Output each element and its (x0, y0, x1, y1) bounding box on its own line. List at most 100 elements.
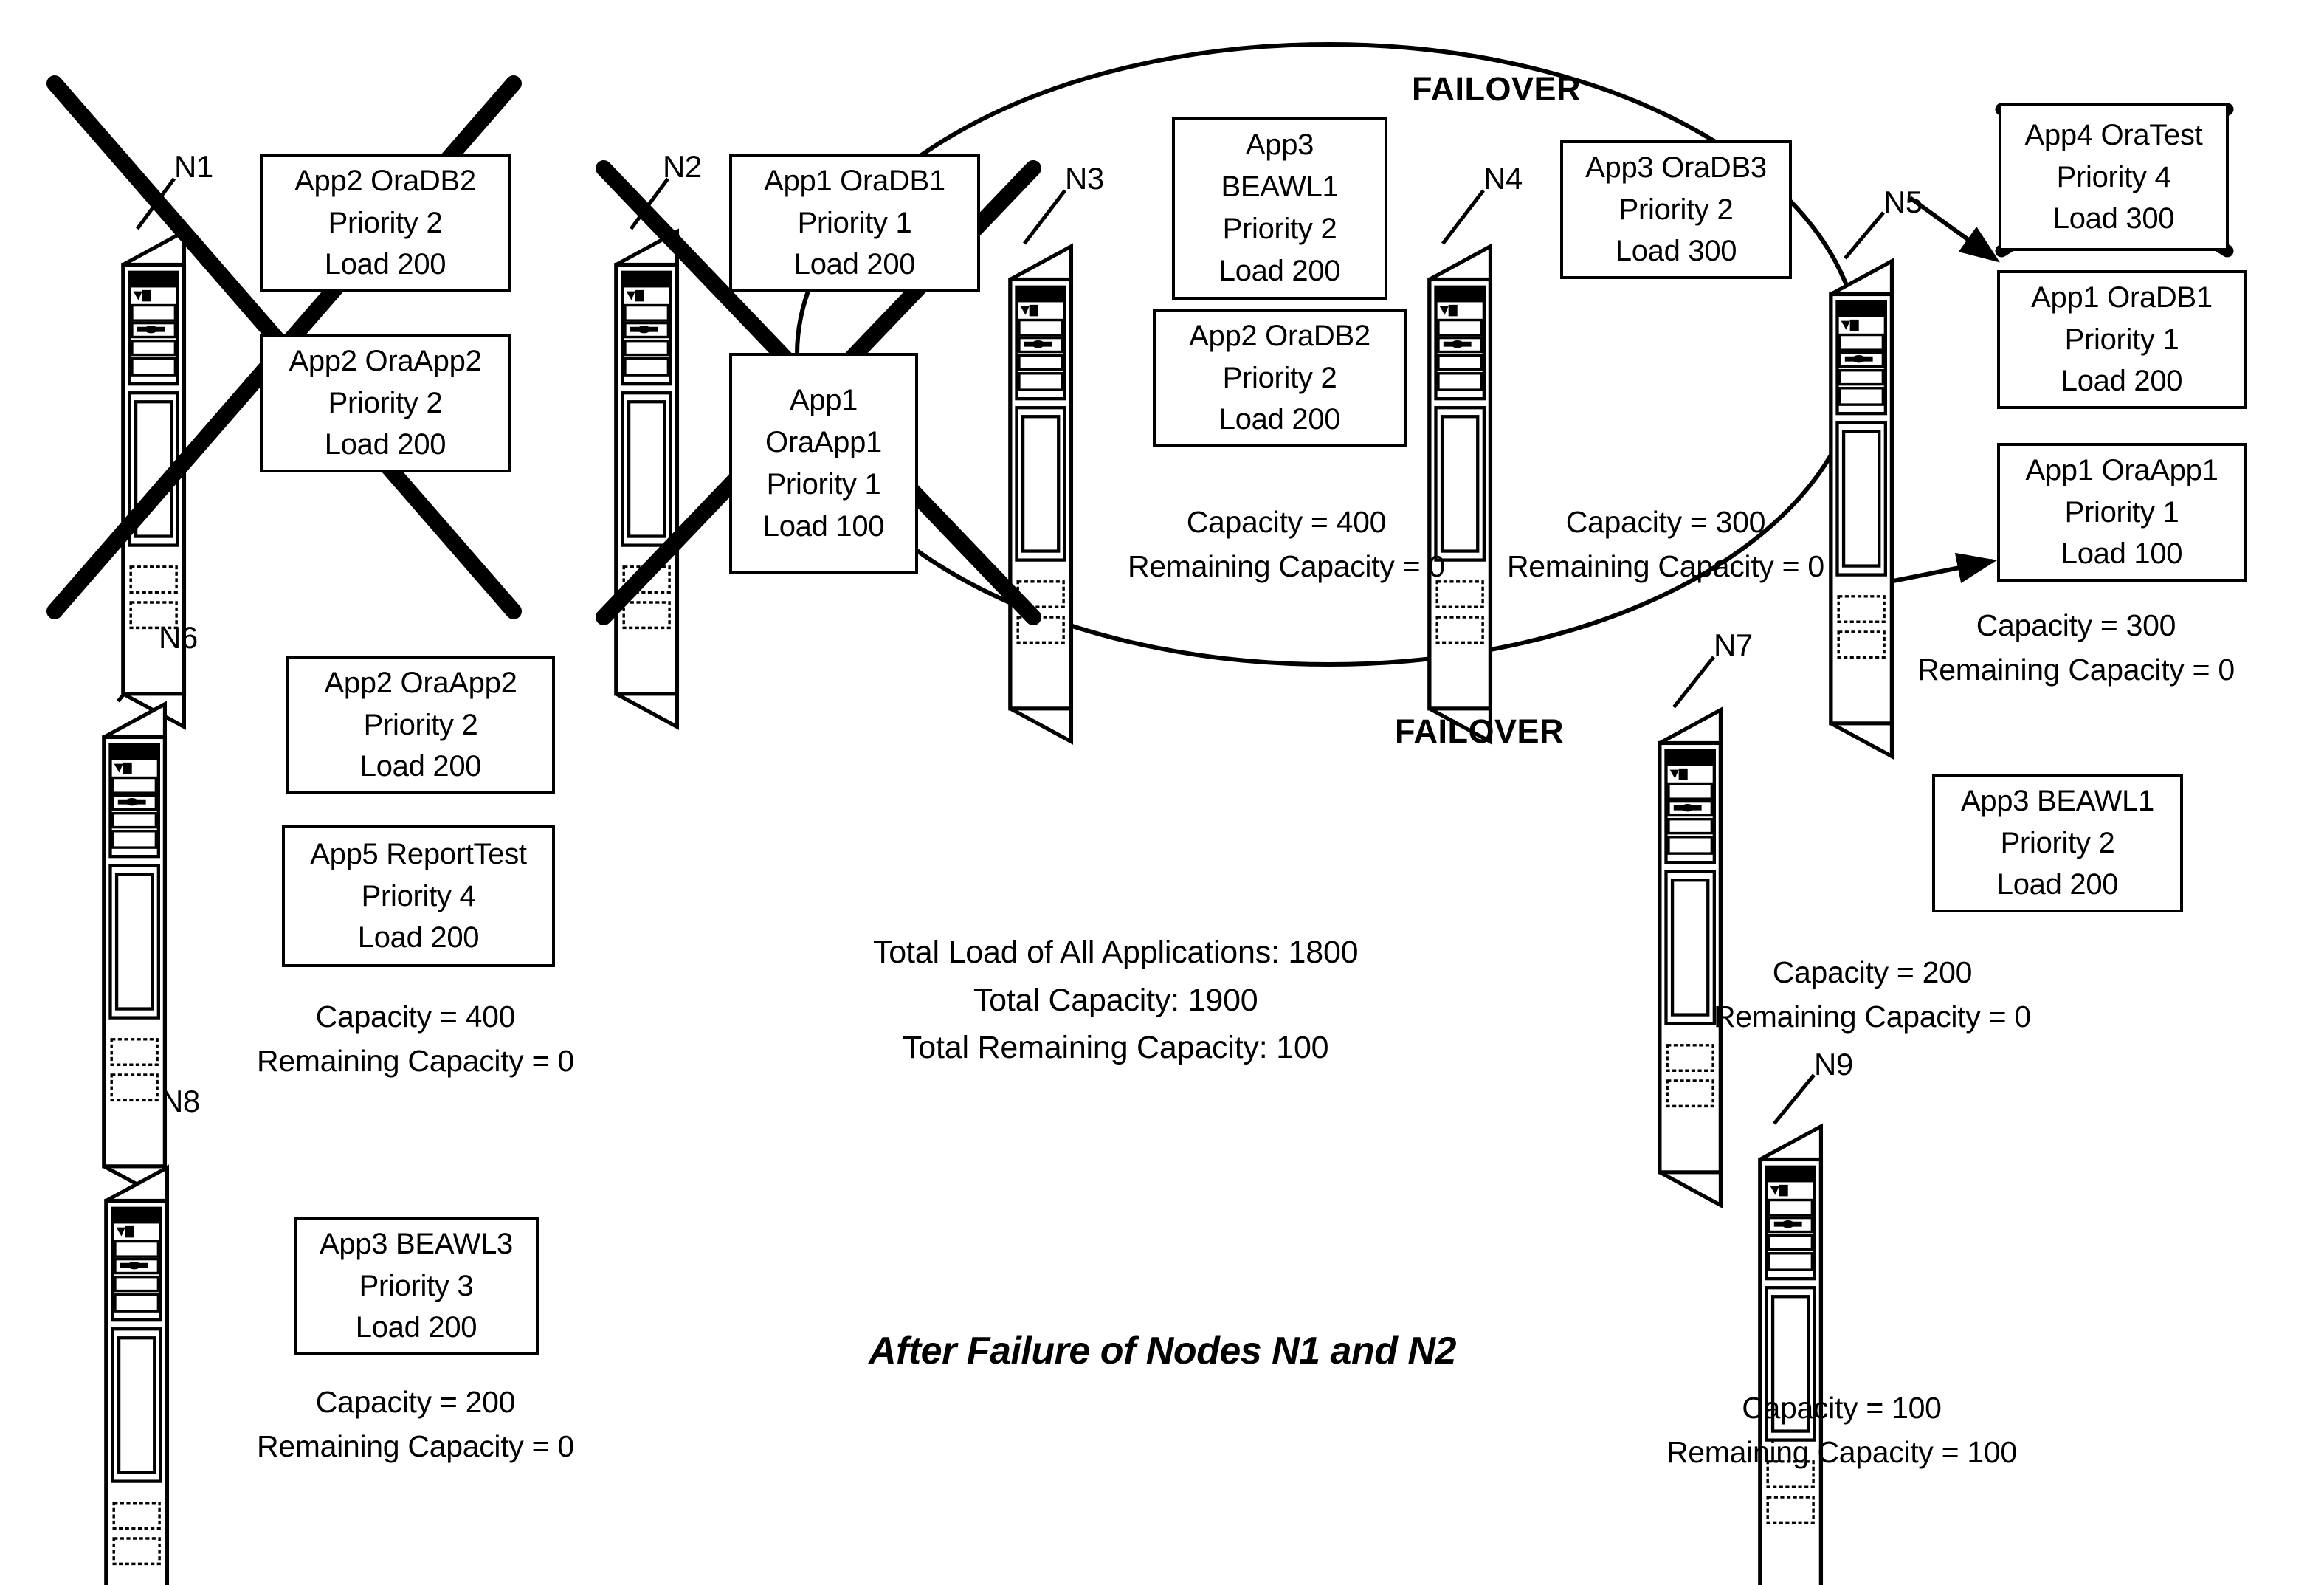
n5-leader-line (1844, 211, 1885, 260)
server-icon-n8 (106, 1168, 168, 1585)
remaining-capacity-value-n5: Remaining Capacity = 0 (1917, 652, 2235, 687)
app-priority: Priority 2 (1222, 361, 1337, 394)
app-box-n1-app2-oraapp2[interactable]: App2 OraApp2 Priority 2 Load 200 (260, 334, 511, 472)
capacity-value-n9: Capacity = 100 (1742, 1391, 1942, 1425)
app-name: App3 OraDB3 (1585, 151, 1767, 184)
app-box-n8-app3-beawl3[interactable]: App3 BEAWL3 Priority 3 Load 200 (294, 1217, 539, 1355)
app-priority: Priority 1 (2064, 495, 2179, 529)
node-label-n9: N9 (1814, 1047, 1853, 1082)
app-priority: Priority 2 (1618, 193, 1734, 226)
app-name: App1 OraApp1 (2025, 453, 2218, 486)
capacity-value-n5: Capacity = 300 (1976, 608, 2176, 642)
server-icon-n3 (1010, 247, 1072, 742)
app-name: App1 OraDB1 (764, 164, 945, 197)
app-name: App2 OraApp2 (289, 344, 482, 377)
remaining-capacity-value-n6: Remaining Capacity = 0 (257, 1043, 574, 1078)
total-capacity-line: Total Capacity: 1900 (973, 982, 1258, 1018)
app-box-n2-app1-oraapp1[interactable]: App1 OraApp1 Priority 1 Load 100 (729, 353, 918, 574)
app-box-n6-app2-oraapp2[interactable]: App2 OraApp2 Priority 2 Load 200 (286, 656, 555, 794)
app-name-line1: App1 (789, 384, 858, 417)
app-priority: Priority 3 (359, 1269, 474, 1302)
app-priority: Priority 2 (328, 206, 443, 239)
failover-arrow-to-oraapp1 (1874, 552, 1997, 587)
remaining-capacity-value-n8: Remaining Capacity = 0 (257, 1428, 574, 1463)
failover-label-bottom: FAILOVER (1395, 712, 1565, 750)
failover-arrow-to-oradb1 (1908, 196, 2000, 263)
app-load: Load 200 (1218, 403, 1341, 436)
n2-leader-line (629, 177, 670, 230)
n1-leader-line (135, 177, 176, 230)
app-box-n7-app3-beawl1[interactable]: App3 BEAWL1 Priority 2 Load 200 (1932, 774, 2183, 912)
capacity-text-n6: Capacity = 400 Remaining Capacity = 0 (257, 995, 574, 1084)
failover-label-top: FAILOVER (1412, 70, 1582, 108)
server-icon-n9 (1760, 1127, 1821, 1585)
app-box-n6-app5-reporttest[interactable]: App5 ReportTest Priority 4 Load 200 (282, 825, 555, 967)
server-icon-n5 (1831, 261, 1892, 757)
node-label-n4: N4 (1483, 161, 1523, 196)
app-load: Load 300 (1615, 235, 1737, 268)
total-load-line: Total Load of All Applications: 1800 (873, 935, 1359, 970)
n8-leader-line (119, 1112, 162, 1166)
app-load: Load 200 (324, 248, 446, 281)
app-box-n3-app3-beawl1[interactable]: App3 BEAWL1 Priority 2 Load 200 (1172, 117, 1387, 300)
server-icon-n7 (1660, 710, 1721, 1206)
node-label-n1: N1 (174, 149, 213, 184)
server-icon-n2 (616, 232, 677, 727)
capacity-text-n3: Capacity = 400 Remaining Capacity = 0 (1128, 501, 1445, 589)
app-load: Load 200 (355, 1311, 477, 1344)
app-name: App5 ReportTest (310, 837, 527, 870)
total-remaining-capacity-line: Total Remaining Capacity: 100 (902, 1030, 1329, 1065)
app-box-n5-app1-oraapp1[interactable]: App1 OraApp1 Priority 1 Load 100 (1997, 443, 2247, 582)
app-name: App1 OraDB1 (2031, 281, 2213, 314)
app-priority: Priority 4 (2056, 160, 2171, 193)
capacity-value-n4: Capacity = 300 (1565, 505, 1766, 539)
failover-diagram-canvas: N1 N2 N3 N4 N5 N6 N7 N8 N9 FAILOVER FAIL… (0, 0, 2324, 1585)
app-box-n3-app2-oradb2[interactable]: App2 OraDB2 Priority 2 Load 200 (1153, 309, 1407, 447)
remaining-capacity-value-n3: Remaining Capacity = 0 (1128, 549, 1445, 583)
app-box-n4-app3-oradb3[interactable]: App3 OraDB3 Priority 2 Load 300 (1560, 140, 1792, 279)
diagram-caption: After Failure of Nodes N1 and N2 (869, 1330, 1456, 1372)
app-priority: Priority 1 (766, 468, 881, 501)
n7-leader-line (1672, 656, 1715, 709)
capacity-text-n7: Capacity = 200 Remaining Capacity = 0 (1714, 951, 2031, 1039)
n4-leader-line (1441, 189, 1485, 245)
capacity-value-n3: Capacity = 400 (1186, 505, 1387, 539)
capacity-text-n9: Capacity = 100 Remaining Capacity = 100 (1666, 1386, 2017, 1475)
app-name: App3 BEAWL3 (319, 1227, 514, 1260)
app-load: Load 300 (2052, 202, 2175, 235)
app-load: Load 200 (793, 248, 916, 281)
node-label-n6: N6 (159, 620, 198, 655)
node-label-n2: N2 (663, 149, 702, 184)
node-label-n7: N7 (1714, 628, 1753, 662)
node-label-n8: N8 (161, 1084, 200, 1118)
app-box-n1-app2-oradb2[interactable]: App2 OraDB2 Priority 2 Load 200 (260, 154, 511, 292)
app-name: App2 OraDB2 (294, 164, 476, 197)
capacity-value-n7: Capacity = 200 (1772, 955, 1973, 989)
capacity-text-n4: Capacity = 300 Remaining Capacity = 0 (1507, 501, 1824, 589)
node-label-n3: N3 (1065, 161, 1104, 196)
server-icon-n4 (1430, 247, 1491, 742)
app-name: App2 OraDB2 (1189, 319, 1370, 352)
app-box-n2-app1-oradb1[interactable]: App1 OraDB1 Priority 1 Load 200 (729, 154, 980, 292)
app-load: Load 200 (2061, 365, 2183, 398)
capacity-text-n8: Capacity = 200 Remaining Capacity = 0 (257, 1381, 574, 1469)
app-box-n5-app1-oradb1[interactable]: App1 OraDB1 Priority 1 Load 200 (1997, 270, 2247, 409)
app-load: Load 200 (1218, 254, 1341, 287)
capacity-value-n8: Capacity = 200 (315, 1385, 516, 1419)
app-box-n5-app4-oratest[interactable]: App4 OraTest Priority 4 Load 300 (1999, 103, 2229, 251)
app-name: App3 BEAWL1 (1960, 784, 2155, 817)
app-name: App4 OraTest (2024, 118, 2203, 151)
n3-leader-line (1023, 189, 1066, 245)
app-priority: Priority 2 (1222, 213, 1337, 245)
app-priority: Priority 2 (328, 386, 443, 419)
remaining-capacity-value-n9: Remaining Capacity = 100 (1666, 1434, 2017, 1469)
app-load: Load 200 (1996, 868, 2119, 901)
capacity-text-n5: Capacity = 300 Remaining Capacity = 0 (1917, 604, 2235, 692)
app-name-line1: App3 (1245, 128, 1314, 162)
capacity-value-n6: Capacity = 400 (315, 1000, 516, 1034)
app-priority: Priority 4 (361, 879, 476, 912)
app-name: App2 OraApp2 (324, 666, 517, 699)
n9-leader-line (1773, 1073, 1816, 1125)
app-load: Load 200 (357, 921, 480, 955)
remaining-capacity-value-n4: Remaining Capacity = 0 (1507, 549, 1824, 583)
